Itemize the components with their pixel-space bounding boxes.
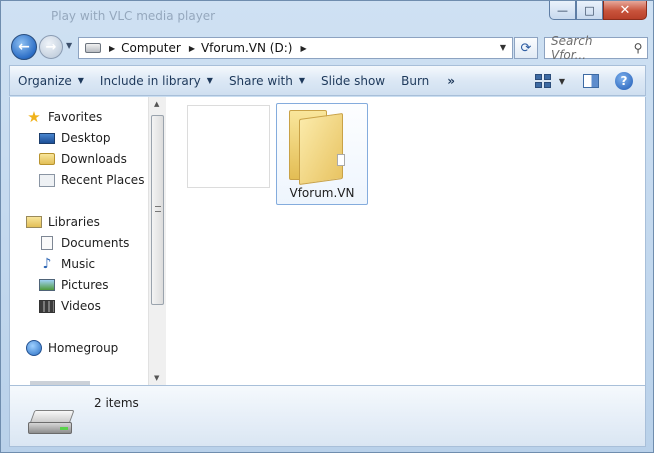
explorer-window: Play with VLC media player — □ ✕ ← → ▼ ▶… (0, 0, 654, 453)
navigation-pane-scrollbar[interactable]: ▲ ▼ (148, 97, 166, 385)
breadcrumb-computer[interactable]: Computer (121, 41, 181, 55)
documents-icon (41, 236, 53, 250)
refresh-icon: ⟳ (520, 40, 532, 56)
share-with-label: Share with (228, 73, 293, 88)
desktop-icon (39, 132, 55, 144)
forward-arrow-icon: → (45, 39, 57, 55)
sidebar-item-label: Downloads (61, 152, 127, 166)
sidebar-item-pictures[interactable]: Pictures (39, 275, 109, 295)
folder-name: Vforum.VN (289, 186, 355, 200)
share-with-button[interactable]: Share with ▼ (221, 66, 313, 95)
folder-icon (289, 110, 349, 186)
details-pane: 2 items (9, 385, 646, 447)
drive-icon (85, 43, 101, 53)
caption-buttons: — □ ✕ (549, 1, 647, 21)
sidebar-item-desktop[interactable]: Desktop (39, 128, 111, 148)
window-title: Play with VLC media player (51, 9, 216, 23)
music-note-icon: ♪ (42, 256, 52, 272)
sidebar-item-recent-places[interactable]: Recent Places (39, 170, 144, 190)
scrollbar-grip-icon (155, 206, 161, 212)
breadcrumb-arrow-icon[interactable]: ▶ (189, 44, 195, 53)
minimize-icon: — (557, 3, 568, 17)
breadcrumb-arrow-icon[interactable]: ▶ (109, 44, 115, 53)
address-dropdown-icon[interactable]: ▼ (500, 43, 506, 52)
chevron-down-icon: ▼ (77, 76, 84, 85)
item-count: 2 items (94, 396, 139, 410)
scroll-down-icon[interactable]: ▼ (154, 374, 159, 382)
recent-pages-dropdown[interactable]: ▼ (66, 41, 72, 50)
sidebar-item-label: Music (61, 257, 96, 271)
command-bar: Organize ▼ Include in library ▼ Share with… (9, 65, 646, 96)
pictures-icon (39, 279, 55, 291)
sidebar-item-videos[interactable]: Videos (39, 296, 101, 316)
maximize-icon: □ (584, 3, 595, 17)
favorites-star-icon: ★ (27, 108, 41, 126)
forward-button[interactable]: → (39, 35, 63, 59)
sidebar-item-label: Videos (61, 299, 101, 313)
sidebar-item-label: Recent Places (61, 173, 145, 187)
sidebar-item-label: Libraries (48, 215, 100, 229)
help-button[interactable]: ? (615, 72, 633, 90)
sidebar-item-libraries[interactable]: Libraries (26, 212, 100, 232)
sidebar-item-label: Favorites (48, 110, 103, 124)
burn-button[interactable]: Burn (393, 66, 437, 95)
sidebar-item-documents[interactable]: Documents (39, 233, 129, 253)
folder-item[interactable]: Vforum.VN (276, 103, 368, 205)
homegroup-icon (26, 340, 42, 356)
title-bar[interactable]: Play with VLC media player — □ ✕ (1, 1, 653, 31)
navigation-pane: ★ Favorites Desktop Downloads Recent Pla… (9, 97, 167, 385)
sidebar-item-label: Pictures (61, 278, 109, 292)
scroll-up-icon[interactable]: ▲ (154, 100, 159, 108)
view-controls: ▼ ? (534, 72, 633, 90)
sidebar-item-homegroup[interactable]: Homegroup (26, 338, 118, 358)
back-button[interactable]: ← (11, 34, 37, 60)
organize-label: Organize (18, 73, 72, 88)
hard-drive-icon (28, 410, 76, 436)
change-view-icon[interactable] (534, 74, 551, 88)
recent-places-icon (39, 173, 55, 187)
close-icon: ✕ (619, 2, 631, 18)
close-button[interactable]: ✕ (603, 1, 647, 20)
organize-button[interactable]: Organize ▼ (10, 66, 92, 95)
slide-show-button[interactable]: Slide show (313, 66, 393, 95)
include-in-library-label: Include in library (99, 73, 201, 88)
breadcrumb-arrow-icon[interactable]: ▶ (300, 44, 306, 53)
chevron-down-icon: ▼ (206, 76, 213, 85)
search-input[interactable]: Search Vfor... (551, 34, 629, 62)
file-list-pane[interactable]: Vforum.VN (167, 97, 646, 385)
videos-film-icon (39, 299, 55, 313)
sidebar-item-label: Documents (61, 236, 130, 250)
sidebar-item-label: Homegroup (48, 341, 119, 355)
include-in-library-button[interactable]: Include in library ▼ (92, 66, 221, 95)
sidebar-item-music[interactable]: ♪ Music (39, 254, 96, 274)
search-icon[interactable]: ⚲ (629, 41, 647, 55)
more-commands-button[interactable]: » (437, 74, 465, 88)
maximize-button[interactable]: □ (576, 1, 603, 20)
sidebar-item-downloads[interactable]: Downloads (39, 149, 127, 169)
sidebar-item-label: Desktop (61, 131, 111, 145)
back-arrow-icon: ← (18, 39, 30, 55)
burn-label: Burn (401, 73, 430, 88)
scrollbar-thumb[interactable] (151, 115, 164, 305)
preview-pane-icon[interactable] (583, 74, 599, 88)
address-bar[interactable]: ▶ Computer ▶ Vforum.VN (D:) ▶ ▼ (78, 37, 513, 59)
refresh-button[interactable]: ⟳ (514, 37, 538, 59)
slide-show-label: Slide show (321, 73, 386, 88)
downloads-folder-icon (39, 153, 55, 165)
view-options-dropdown-icon[interactable]: ▼ (559, 77, 565, 86)
chevron-down-icon: ▼ (298, 76, 305, 85)
breadcrumb-drive[interactable]: Vforum.VN (D:) (201, 41, 292, 55)
libraries-icon (26, 216, 42, 228)
sidebar-item-favorites[interactable]: ★ Favorites (26, 107, 102, 127)
search-box[interactable]: Search Vfor... ⚲ (544, 34, 648, 62)
empty-thumbnail-item[interactable] (187, 105, 270, 188)
minimize-button[interactable]: — (549, 1, 576, 20)
